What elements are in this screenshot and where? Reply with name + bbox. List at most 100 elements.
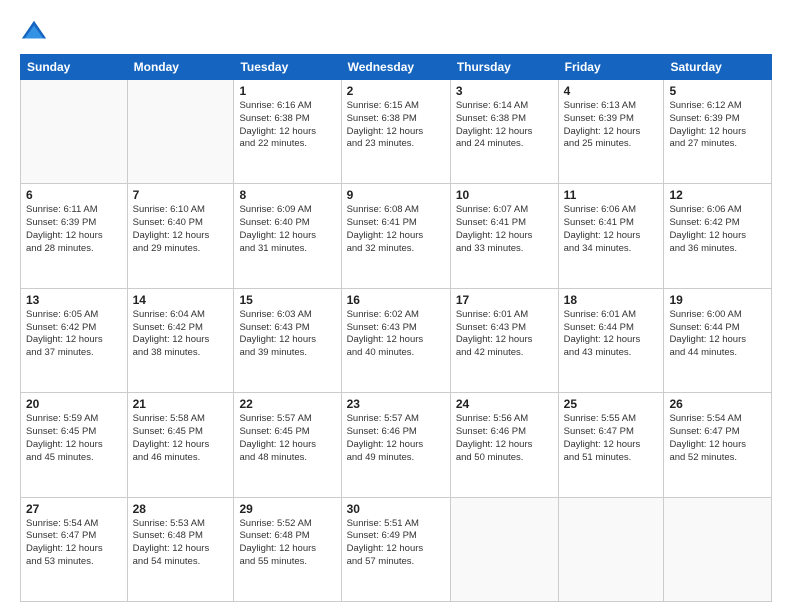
day-info: Sunrise: 6:15 AM Sunset: 6:38 PM Dayligh… [347, 100, 445, 151]
day-number: 13 [26, 293, 122, 307]
day-number: 12 [669, 188, 766, 202]
day-cell: 16 Sunrise: 6:02 AM Sunset: 6:43 PM Dayl… [341, 288, 450, 392]
day-cell [127, 80, 234, 184]
day-number: 26 [669, 397, 766, 411]
day-cell: 3 Sunrise: 6:14 AM Sunset: 6:38 PM Dayli… [450, 80, 558, 184]
header-row: SundayMondayTuesdayWednesdayThursdayFrid… [21, 55, 772, 80]
header-saturday: Saturday [664, 55, 772, 80]
day-info: Sunrise: 6:05 AM Sunset: 6:42 PM Dayligh… [26, 309, 122, 360]
day-info: Sunrise: 6:06 AM Sunset: 6:41 PM Dayligh… [564, 204, 659, 255]
page: SundayMondayTuesdayWednesdayThursdayFrid… [0, 0, 792, 612]
day-info: Sunrise: 6:16 AM Sunset: 6:38 PM Dayligh… [239, 100, 335, 151]
day-number: 4 [564, 84, 659, 98]
day-info: Sunrise: 6:07 AM Sunset: 6:41 PM Dayligh… [456, 204, 553, 255]
day-info: Sunrise: 5:59 AM Sunset: 6:45 PM Dayligh… [26, 413, 122, 464]
day-info: Sunrise: 6:04 AM Sunset: 6:42 PM Dayligh… [133, 309, 229, 360]
day-number: 15 [239, 293, 335, 307]
day-number: 28 [133, 502, 229, 516]
day-cell: 2 Sunrise: 6:15 AM Sunset: 6:38 PM Dayli… [341, 80, 450, 184]
day-info: Sunrise: 5:54 AM Sunset: 6:47 PM Dayligh… [669, 413, 766, 464]
day-number: 16 [347, 293, 445, 307]
day-cell [558, 497, 664, 601]
day-info: Sunrise: 6:12 AM Sunset: 6:39 PM Dayligh… [669, 100, 766, 151]
day-info: Sunrise: 5:53 AM Sunset: 6:48 PM Dayligh… [133, 518, 229, 569]
day-cell: 26 Sunrise: 5:54 AM Sunset: 6:47 PM Dayl… [664, 393, 772, 497]
day-info: Sunrise: 6:10 AM Sunset: 6:40 PM Dayligh… [133, 204, 229, 255]
day-number: 1 [239, 84, 335, 98]
day-number: 5 [669, 84, 766, 98]
day-info: Sunrise: 5:57 AM Sunset: 6:45 PM Dayligh… [239, 413, 335, 464]
header-monday: Monday [127, 55, 234, 80]
day-number: 7 [133, 188, 229, 202]
day-cell: 20 Sunrise: 5:59 AM Sunset: 6:45 PM Dayl… [21, 393, 128, 497]
calendar-body: 1 Sunrise: 6:16 AM Sunset: 6:38 PM Dayli… [21, 80, 772, 602]
day-info: Sunrise: 6:06 AM Sunset: 6:42 PM Dayligh… [669, 204, 766, 255]
day-info: Sunrise: 6:00 AM Sunset: 6:44 PM Dayligh… [669, 309, 766, 360]
day-number: 6 [26, 188, 122, 202]
day-info: Sunrise: 6:09 AM Sunset: 6:40 PM Dayligh… [239, 204, 335, 255]
day-number: 22 [239, 397, 335, 411]
day-cell: 9 Sunrise: 6:08 AM Sunset: 6:41 PM Dayli… [341, 184, 450, 288]
day-number: 18 [564, 293, 659, 307]
day-number: 29 [239, 502, 335, 516]
day-cell: 19 Sunrise: 6:00 AM Sunset: 6:44 PM Dayl… [664, 288, 772, 392]
day-cell: 5 Sunrise: 6:12 AM Sunset: 6:39 PM Dayli… [664, 80, 772, 184]
day-number: 14 [133, 293, 229, 307]
day-cell: 11 Sunrise: 6:06 AM Sunset: 6:41 PM Dayl… [558, 184, 664, 288]
day-cell: 27 Sunrise: 5:54 AM Sunset: 6:47 PM Dayl… [21, 497, 128, 601]
day-cell: 21 Sunrise: 5:58 AM Sunset: 6:45 PM Dayl… [127, 393, 234, 497]
day-cell: 17 Sunrise: 6:01 AM Sunset: 6:43 PM Dayl… [450, 288, 558, 392]
day-number: 19 [669, 293, 766, 307]
day-number: 3 [456, 84, 553, 98]
day-info: Sunrise: 6:03 AM Sunset: 6:43 PM Dayligh… [239, 309, 335, 360]
header-tuesday: Tuesday [234, 55, 341, 80]
day-info: Sunrise: 6:08 AM Sunset: 6:41 PM Dayligh… [347, 204, 445, 255]
day-info: Sunrise: 5:51 AM Sunset: 6:49 PM Dayligh… [347, 518, 445, 569]
day-info: Sunrise: 6:01 AM Sunset: 6:43 PM Dayligh… [456, 309, 553, 360]
header-friday: Friday [558, 55, 664, 80]
day-cell: 23 Sunrise: 5:57 AM Sunset: 6:46 PM Dayl… [341, 393, 450, 497]
day-cell: 15 Sunrise: 6:03 AM Sunset: 6:43 PM Dayl… [234, 288, 341, 392]
day-cell: 14 Sunrise: 6:04 AM Sunset: 6:42 PM Dayl… [127, 288, 234, 392]
day-info: Sunrise: 5:58 AM Sunset: 6:45 PM Dayligh… [133, 413, 229, 464]
header-sunday: Sunday [21, 55, 128, 80]
day-info: Sunrise: 6:14 AM Sunset: 6:38 PM Dayligh… [456, 100, 553, 151]
day-cell: 1 Sunrise: 6:16 AM Sunset: 6:38 PM Dayli… [234, 80, 341, 184]
day-info: Sunrise: 5:54 AM Sunset: 6:47 PM Dayligh… [26, 518, 122, 569]
day-number: 25 [564, 397, 659, 411]
day-cell: 18 Sunrise: 6:01 AM Sunset: 6:44 PM Dayl… [558, 288, 664, 392]
day-number: 11 [564, 188, 659, 202]
day-cell: 25 Sunrise: 5:55 AM Sunset: 6:47 PM Dayl… [558, 393, 664, 497]
day-number: 10 [456, 188, 553, 202]
logo-icon [20, 18, 48, 46]
header-thursday: Thursday [450, 55, 558, 80]
week-row-0: 1 Sunrise: 6:16 AM Sunset: 6:38 PM Dayli… [21, 80, 772, 184]
day-info: Sunrise: 6:11 AM Sunset: 6:39 PM Dayligh… [26, 204, 122, 255]
day-cell: 12 Sunrise: 6:06 AM Sunset: 6:42 PM Dayl… [664, 184, 772, 288]
week-row-4: 27 Sunrise: 5:54 AM Sunset: 6:47 PM Dayl… [21, 497, 772, 601]
day-number: 21 [133, 397, 229, 411]
week-row-3: 20 Sunrise: 5:59 AM Sunset: 6:45 PM Dayl… [21, 393, 772, 497]
day-cell [450, 497, 558, 601]
day-cell: 4 Sunrise: 6:13 AM Sunset: 6:39 PM Dayli… [558, 80, 664, 184]
day-info: Sunrise: 5:52 AM Sunset: 6:48 PM Dayligh… [239, 518, 335, 569]
day-info: Sunrise: 6:02 AM Sunset: 6:43 PM Dayligh… [347, 309, 445, 360]
day-cell: 28 Sunrise: 5:53 AM Sunset: 6:48 PM Dayl… [127, 497, 234, 601]
header [20, 18, 772, 46]
day-number: 23 [347, 397, 445, 411]
calendar-table: SundayMondayTuesdayWednesdayThursdayFrid… [20, 54, 772, 602]
day-cell: 24 Sunrise: 5:56 AM Sunset: 6:46 PM Dayl… [450, 393, 558, 497]
day-info: Sunrise: 6:13 AM Sunset: 6:39 PM Dayligh… [564, 100, 659, 151]
day-cell: 10 Sunrise: 6:07 AM Sunset: 6:41 PM Dayl… [450, 184, 558, 288]
day-number: 20 [26, 397, 122, 411]
calendar-header: SundayMondayTuesdayWednesdayThursdayFrid… [21, 55, 772, 80]
header-wednesday: Wednesday [341, 55, 450, 80]
logo [20, 18, 52, 46]
day-cell: 6 Sunrise: 6:11 AM Sunset: 6:39 PM Dayli… [21, 184, 128, 288]
day-info: Sunrise: 5:57 AM Sunset: 6:46 PM Dayligh… [347, 413, 445, 464]
day-cell: 13 Sunrise: 6:05 AM Sunset: 6:42 PM Dayl… [21, 288, 128, 392]
week-row-2: 13 Sunrise: 6:05 AM Sunset: 6:42 PM Dayl… [21, 288, 772, 392]
day-number: 24 [456, 397, 553, 411]
day-cell: 8 Sunrise: 6:09 AM Sunset: 6:40 PM Dayli… [234, 184, 341, 288]
day-number: 8 [239, 188, 335, 202]
